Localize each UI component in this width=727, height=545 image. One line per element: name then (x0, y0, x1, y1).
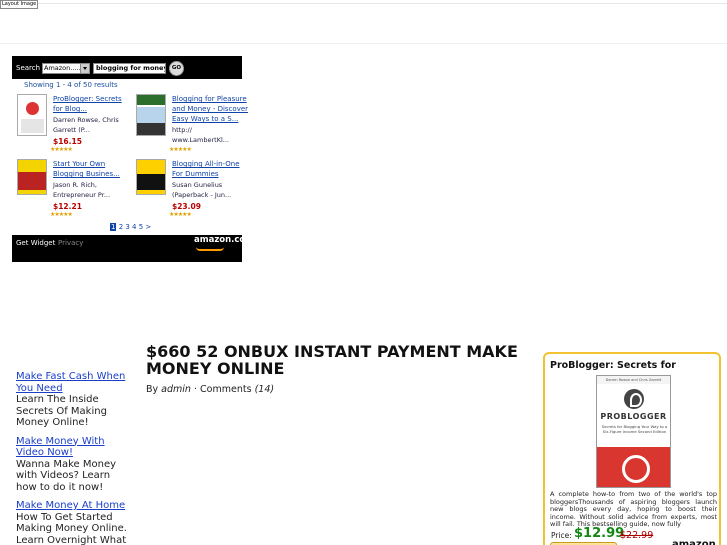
cover-authors: Darren Rowse and Chris Garrett (597, 376, 670, 384)
product-price: $23.09 (172, 202, 201, 211)
pagination: 1 2 3 4 5 > (110, 223, 151, 231)
ad-description: How To Get Started Making Money Online. … (16, 511, 127, 545)
product-card[interactable]: Blogging for Pleasure and Money - Discov… (136, 94, 248, 154)
ad-item: Make Fast Cash When You Need Learn The I… (16, 371, 131, 429)
amazon-search-widget: Search Amazon..... blogging for money GO… (12, 56, 248, 262)
ad-item: Make Money At Home How To Get Started Ma… (16, 500, 131, 545)
product-thumbnail[interactable] (17, 159, 47, 195)
header-divider (0, 43, 727, 44)
comments-label[interactable]: Comments (200, 384, 252, 395)
product-card[interactable]: Blogging All-in-One For Dummies Susan Gu… (136, 159, 246, 219)
chevron-down-icon[interactable] (80, 64, 89, 73)
rating-stars-icon: ★★★★★ (169, 146, 192, 153)
product-title-link[interactable]: Blogging All-in-One For Dummies (172, 159, 250, 179)
get-widget-link[interactable]: Get Widget (16, 239, 55, 247)
product-title-link[interactable]: ProBlogger: Secrets for Blog... (53, 94, 131, 114)
ad-link[interactable]: Make Money With Video Now! (16, 436, 131, 459)
product-description: A complete how-to from two of the world'… (550, 490, 717, 528)
by-label: By (146, 384, 159, 395)
product-title-link[interactable]: Blogging for Pleasure and Money - Discov… (172, 94, 250, 124)
search-input[interactable]: blogging for money (93, 63, 166, 74)
product-price: $12.21 (53, 202, 82, 211)
meta-separator: · (193, 384, 198, 395)
amazon-smile-icon (196, 247, 224, 251)
product-author: Jason R. Rich, Entrepreneur Pr... (53, 181, 111, 199)
post-author[interactable]: admin (161, 384, 191, 395)
product-card[interactable]: Start Your Own Blogging Busines... Jason… (17, 159, 127, 219)
privacy-link[interactable]: Privacy (58, 239, 83, 247)
page-current[interactable]: 1 (110, 223, 117, 231)
product-author: Darren Rowse, Chris Garrett (P... (53, 116, 119, 134)
book-cover-image[interactable]: Darren Rowse and Chris Garrett PROBLOGGE… (596, 375, 671, 488)
product-title-link[interactable]: Start Your Own Blogging Busines... (53, 159, 131, 179)
problogger-logo-icon (624, 389, 644, 409)
ad-description: Learn The Inside Secrets Of Making Money… (16, 394, 107, 428)
post-meta: By admin · Comments (14) (146, 384, 274, 395)
results-count: Showing 1 - 4 of 50 results (24, 81, 118, 89)
cover-subtitle: Secrets for Blogging Your Way to a Six-F… (601, 424, 668, 434)
product-box-title[interactable]: ProBlogger: Secrets for (550, 360, 676, 371)
search-label: Search (16, 64, 41, 72)
top-border-line (0, 3, 727, 4)
comments-count[interactable]: (14) (255, 384, 275, 395)
product-author: http:// www.LambertKl... (172, 126, 229, 144)
search-category-value: Amazon..... (44, 64, 81, 72)
price-label: Price: (551, 531, 572, 540)
go-button[interactable]: GO (169, 61, 184, 76)
widget-search-bar: Search Amazon..... blogging for money GO (12, 56, 242, 79)
product-price: $12.99 (574, 526, 625, 541)
ad-link[interactable]: Make Fast Cash When You Need (16, 371, 131, 394)
ad-link[interactable]: Make Money At Home (16, 500, 131, 512)
product-thumbnail[interactable] (17, 94, 47, 136)
ad-item: Make Money With Video Now! Wanna Make Mo… (16, 436, 131, 494)
product-price: $16.15 (53, 137, 82, 146)
widget-footer: Get Widget Privacy amazon.com (12, 235, 242, 262)
broken-layout-image: Layout Image (0, 0, 39, 9)
search-category-select[interactable]: Amazon..... (42, 63, 90, 74)
rating-stars-icon: ★★★★★ (50, 146, 73, 153)
product-thumbnail[interactable] (136, 159, 166, 195)
original-price: $22.99 (620, 530, 654, 541)
cover-title: PROBLOGGER (600, 412, 667, 421)
product-thumbnail[interactable] (136, 94, 166, 136)
ad-description: Wanna Make Money with Videos? Learn how … (16, 458, 117, 493)
amazon-logo[interactable]: amazon (672, 539, 716, 545)
rating-stars-icon: ★★★★★ (50, 211, 73, 218)
product-author: Susan Gunelius (Paperback - Jun... (172, 181, 232, 199)
rating-stars-icon: ★★★★★ (169, 211, 192, 218)
product-card[interactable]: ProBlogger: Secrets for Blog... Darren R… (17, 94, 127, 154)
sidebar-ads: Make Fast Cash When You Need Learn The I… (16, 371, 131, 545)
post-title[interactable]: $660 52 ONBUX INSTANT PAYMENT MAKE MONEY… (146, 343, 526, 377)
amazon-logo[interactable]: amazon.com (194, 235, 242, 245)
page-links[interactable]: 2 3 4 5 > (119, 223, 152, 231)
rss-icon (597, 447, 670, 487)
product-ad-box: ProBlogger: Secrets for Darren Rowse and… (543, 352, 721, 545)
